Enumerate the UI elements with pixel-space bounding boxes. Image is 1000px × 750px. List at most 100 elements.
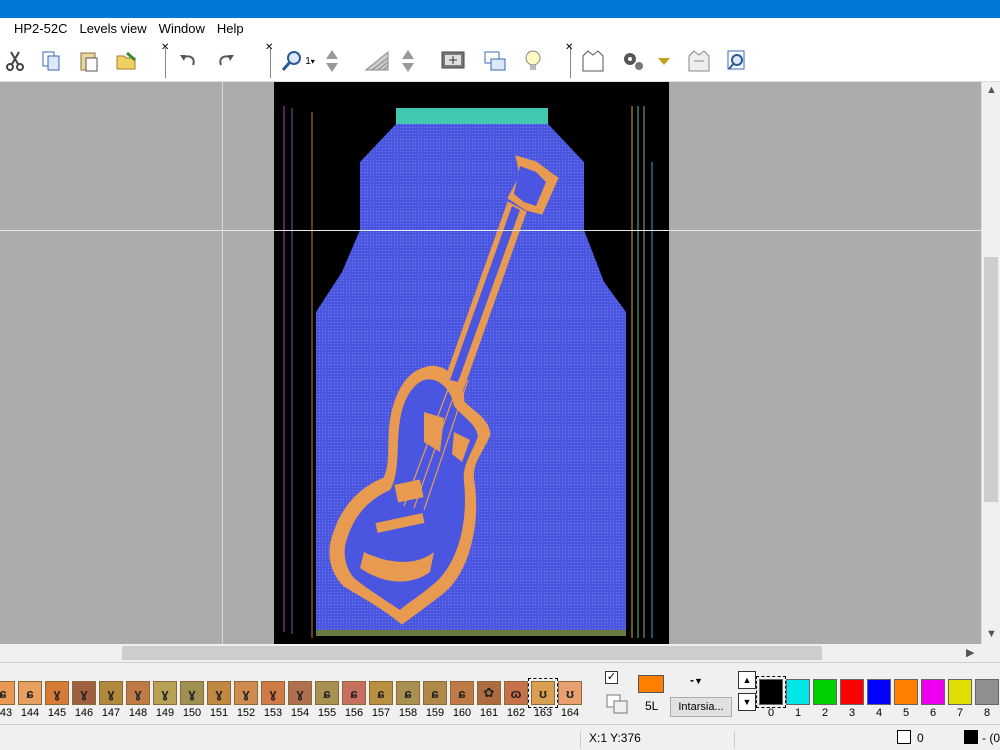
vertical-guide (222, 82, 223, 644)
symbol-swatch[interactable]: ɣ (234, 681, 258, 705)
symbol-swatch[interactable]: ɕ (450, 681, 474, 705)
color-label: 1 (794, 707, 802, 719)
title-bar (0, 0, 1000, 18)
dropdown-icon[interactable] (652, 46, 676, 76)
garment-icon[interactable] (578, 46, 608, 76)
color-swatch[interactable] (894, 679, 918, 705)
paste-icon[interactable] (74, 46, 104, 76)
symbol-label: 161 (479, 707, 499, 719)
symbol-swatch[interactable]: ɣ (99, 681, 123, 705)
color-label: 8 (983, 707, 991, 719)
spin-up-icon[interactable]: ▲ (738, 671, 756, 689)
symbol-swatch[interactable]: ɣ (126, 681, 150, 705)
menu-levels-view[interactable]: Levels view (73, 18, 152, 40)
magnify-icon[interactable] (722, 46, 752, 76)
horizontal-scrollbar[interactable]: ▶ (0, 644, 981, 662)
spin-down-icon[interactable]: ▼ (738, 693, 756, 711)
bulb-icon[interactable] (518, 46, 548, 76)
symbol-swatch[interactable]: ɕ (369, 681, 393, 705)
arrow-updown-icon[interactable] (322, 46, 342, 76)
scroll-up-icon[interactable]: ▲ (986, 84, 997, 96)
symbol-label: 159 (425, 707, 445, 719)
symbol-label: 158 (398, 707, 418, 719)
color-swatch[interactable] (921, 679, 945, 705)
palette-panel: ɕ143ɕ144ɣ145ɣ146ɣ147ɣ148ɣ149ɣ150ɣ151ɣ152… (0, 662, 1000, 724)
symbol-label: 146 (74, 707, 94, 719)
menu-hp2-52c[interactable]: HP2-52C (8, 18, 73, 40)
symbol-swatch[interactable]: ɕ (18, 681, 42, 705)
color-swatch[interactable] (786, 679, 810, 705)
level-label: 5L (645, 699, 659, 713)
zoom-icon[interactable]: 1 ▾ (276, 46, 320, 76)
color-label: 4 (875, 707, 883, 719)
grid-icon[interactable] (362, 46, 392, 76)
symbol-swatch[interactable]: ɕ (423, 681, 447, 705)
vertical-scrollbar[interactable]: ▲ ▼ (981, 82, 1000, 644)
arrow-updown-icon[interactable] (398, 46, 418, 76)
color-swatch[interactable] (867, 679, 891, 705)
symbol-label: 150 (182, 707, 202, 719)
horizontal-guide (0, 230, 981, 231)
symbol-swatch[interactable]: ʊ (558, 681, 582, 705)
scroll-down-icon[interactable]: ▼ (986, 628, 997, 640)
symbol-swatch[interactable]: ɣ (288, 681, 312, 705)
undo-icon[interactable] (173, 46, 203, 76)
symbol-swatch[interactable]: ʊ (528, 678, 558, 708)
color-label: 2 (821, 707, 829, 719)
copy-icon[interactable] (36, 46, 66, 76)
close-icon[interactable]: ✕ (161, 42, 169, 53)
symbol-label: 155 (317, 707, 337, 719)
design-workspace[interactable] (0, 82, 981, 644)
symbol-label: 147 (101, 707, 121, 719)
layers-icon[interactable] (605, 693, 631, 715)
cut-icon[interactable] (0, 46, 30, 76)
scroll-right-icon[interactable]: ▶ (966, 646, 974, 659)
status-checkbox[interactable] (897, 730, 911, 744)
symbol-swatch[interactable]: ɕ (0, 681, 15, 705)
current-color-swatch[interactable] (638, 675, 664, 693)
color-label: 5 (902, 707, 910, 719)
symbol-swatch[interactable]: ɕ (342, 681, 366, 705)
open-icon[interactable] (112, 46, 142, 76)
windows-icon[interactable] (480, 46, 510, 76)
color-label: 0 (767, 707, 775, 719)
vertical-scroll-thumb[interactable] (984, 257, 998, 502)
symbol-swatch[interactable]: ✿ (477, 681, 501, 705)
close-icon[interactable]: ✕ (565, 42, 573, 53)
garment-icon[interactable] (684, 46, 714, 76)
redo-icon[interactable] (211, 46, 241, 76)
color-label: 7 (956, 707, 964, 719)
intarsia-button[interactable]: Intarsia... (670, 697, 732, 717)
color-swatch[interactable] (840, 679, 864, 705)
toolbar: ✕ ✕ 1 ▾ ✕ (0, 40, 1000, 82)
symbol-swatch[interactable]: ɣ (261, 681, 285, 705)
horizontal-scroll-thumb[interactable] (122, 646, 822, 660)
symbol-label: 144 (20, 707, 40, 719)
view-icon[interactable] (438, 46, 468, 76)
menu-help[interactable]: Help (211, 18, 250, 40)
mode-dropdown[interactable]: -▼ (690, 673, 703, 687)
color-swatch[interactable] (756, 676, 786, 708)
symbol-swatch[interactable]: ɣ (72, 681, 96, 705)
enable-checkbox[interactable]: ✓ (605, 671, 618, 684)
symbol-swatch[interactable]: ɣ (153, 681, 177, 705)
color-swatch[interactable] (975, 679, 999, 705)
menu-window[interactable]: Window (153, 18, 211, 40)
symbol-label: 160 (452, 707, 472, 719)
gear-icon[interactable] (618, 46, 648, 76)
symbol-swatch[interactable]: ɣ (207, 681, 231, 705)
symbol-label: 145 (47, 707, 67, 719)
symbol-label: 162 (506, 707, 526, 719)
symbol-swatch[interactable]: ɣ (45, 681, 69, 705)
color-swatch[interactable] (813, 679, 837, 705)
knit-canvas[interactable] (274, 82, 669, 644)
color-label: 3 (848, 707, 856, 719)
symbol-swatch[interactable]: ɷ (504, 681, 528, 705)
symbol-swatch[interactable]: ɣ (180, 681, 204, 705)
symbol-swatch[interactable]: ɕ (315, 681, 339, 705)
symbol-swatch[interactable]: ɕ (396, 681, 420, 705)
close-icon[interactable]: ✕ (265, 42, 273, 53)
status-color-swatch (964, 730, 978, 744)
color-swatch[interactable] (948, 679, 972, 705)
symbol-label: 163 (533, 707, 553, 719)
